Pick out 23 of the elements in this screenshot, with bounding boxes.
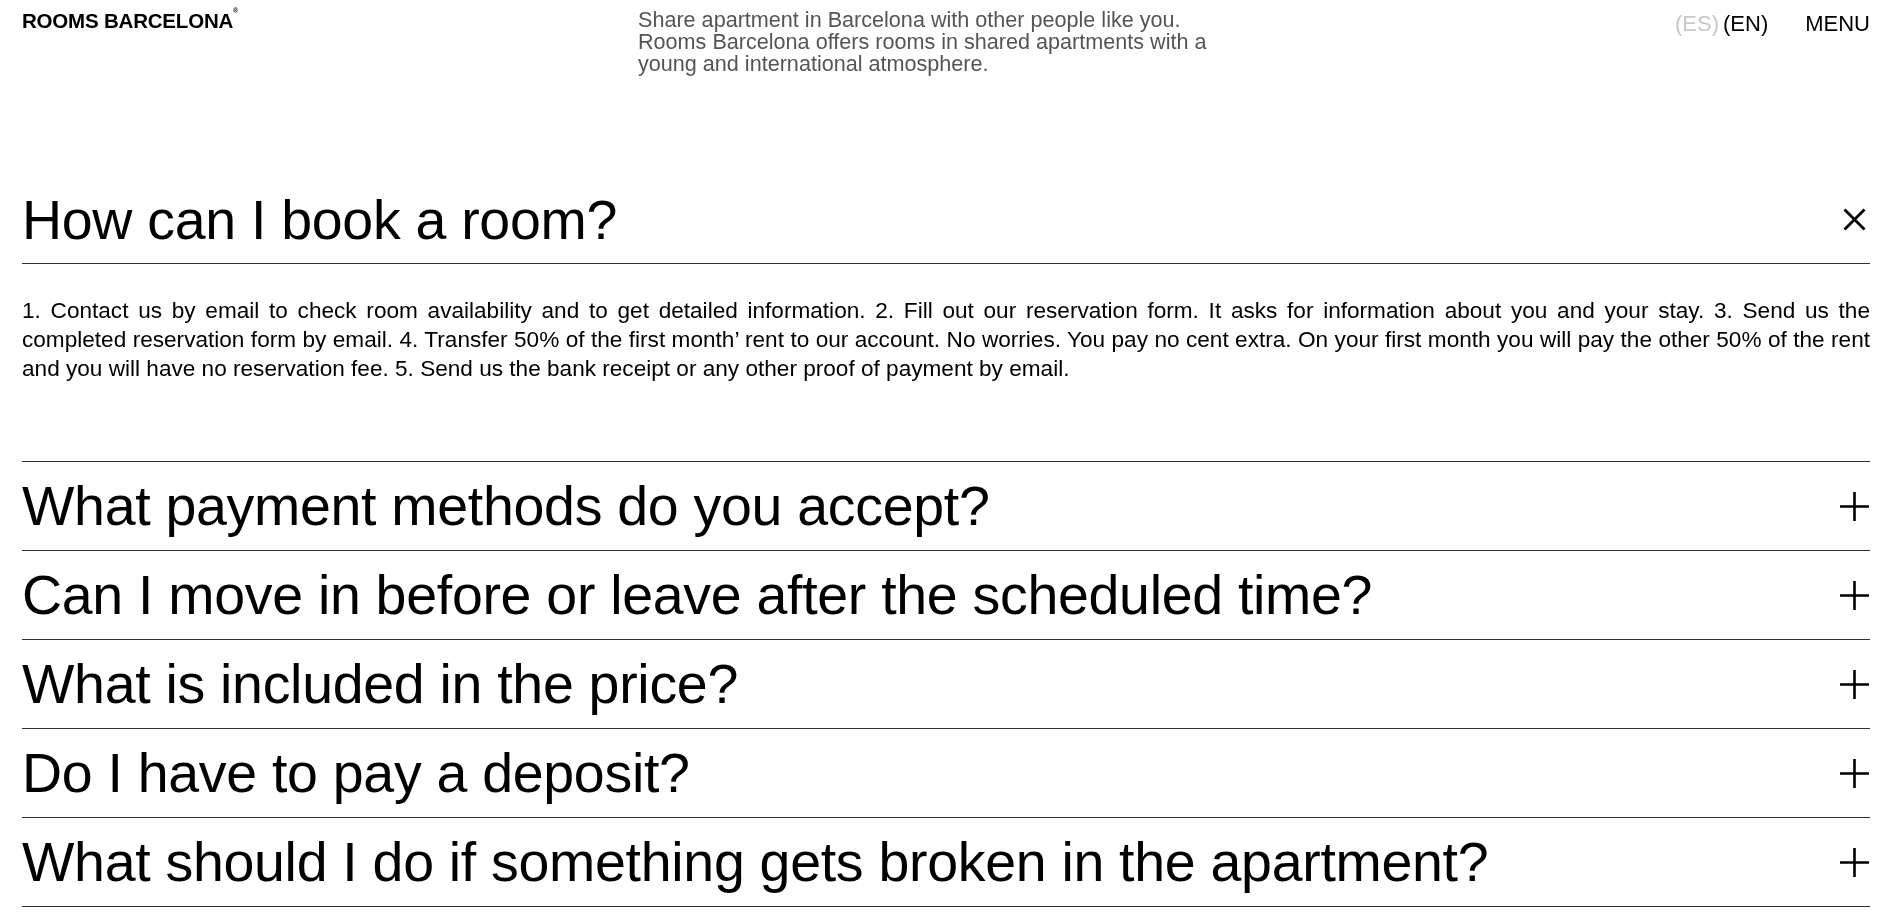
faq-question-row[interactable]: Do I have to pay a deposit? [22,729,1870,817]
faq-question: Can I move in before or leave after the scheduled time? [22,564,1373,626]
faq-question-row[interactable]: What should I do if something gets broken in the apartment? [22,818,1870,906]
site-logo[interactable]: ROOMS BARCELONA$^{®}$ [22,9,239,32]
language-link[interactable]: (EN) [1723,11,1769,37]
faq-question-row[interactable]: What payment methods do you accept? [22,462,1870,550]
plus-icon[interactable] [1840,847,1869,877]
close-icon[interactable] [1843,208,1866,231]
faq-question: What should I do if something gets broken in the apartment? [22,831,1489,893]
faq-question-row[interactable]: What is included in the price? [22,640,1870,728]
site-tagline: Share apartment in Barcelona with other people like you. Rooms Barcelona offers rooms in shared apartments with a young and international atmosphere. [638,9,1208,75]
faq-question: How can I book a room? [22,188,617,251]
plus-icon[interactable] [1840,758,1869,788]
plus-icon[interactable] [1840,669,1869,699]
faq-answer: 1. Contact us by email to check room availability and to get detailed information. 2. Fill out our reservation form. It asks for information about you and your stay. 3. Send us the completed reservation form by email. 4. Transfer 50% of the first month’ rent to our account. No worries. You pay no cent extra. On your first month you will pay the other 50% of the rent and you will have no reservation fee. 5. Send us the bank receipt or any other proof of payment by email. [22,297,1870,383]
faq-question: What payment methods do you accept? [22,475,990,537]
faq-question: Do I have to pay a deposit? [22,742,690,804]
faq-question-row[interactable]: Can I move in before or leave after the scheduled time? [22,551,1870,639]
menu-button[interactable]: MENU [1805,11,1870,37]
plus-icon[interactable] [1840,491,1869,521]
plus-icon[interactable] [1840,580,1869,610]
faq-question-row[interactable]: How can I book a room? [22,176,1870,264]
faq-question: What is included in the price? [22,653,738,715]
